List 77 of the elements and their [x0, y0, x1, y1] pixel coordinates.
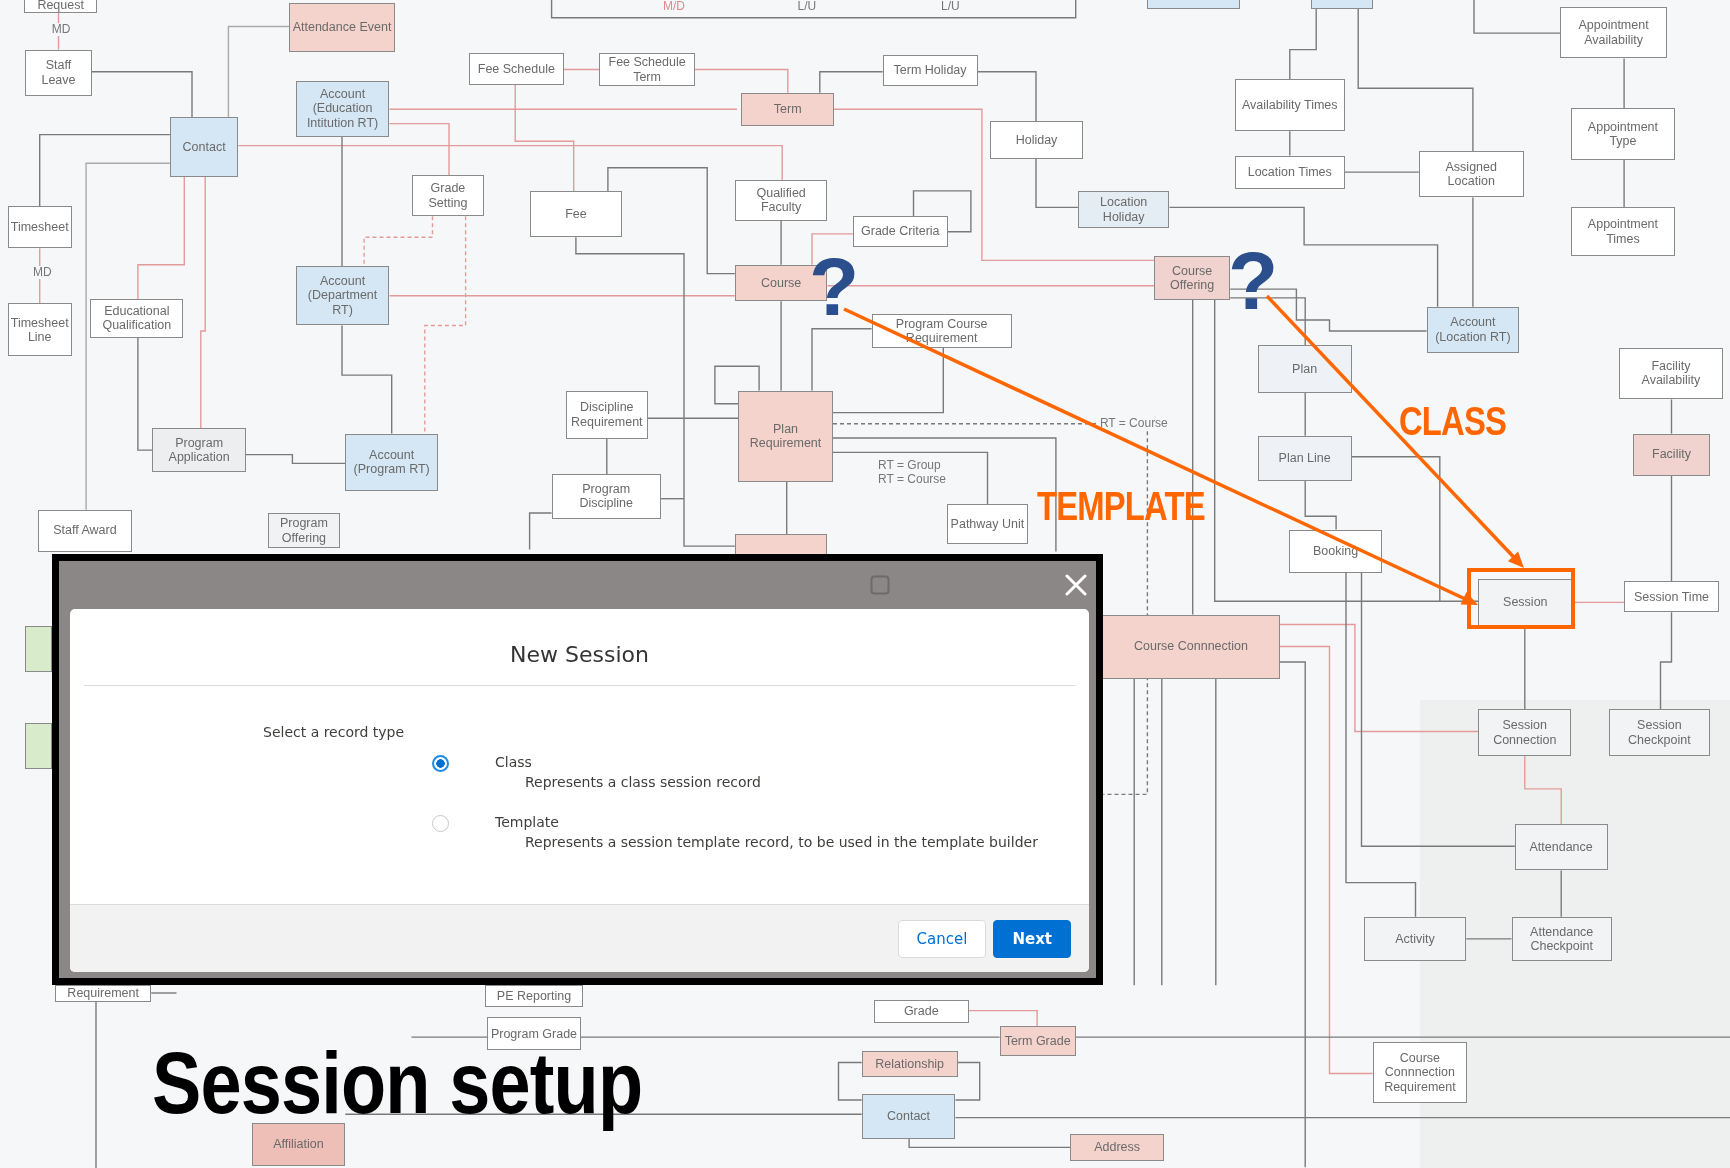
entity-box: Grade	[873, 999, 969, 1023]
entity-box: Account (Education Intitution RT)	[295, 80, 390, 137]
option-description: Represents a class session record	[524, 774, 761, 790]
entity-box: Course Offering	[1154, 255, 1231, 301]
entity-box: Facility Availability	[1618, 347, 1724, 400]
entity-box: Fee Schedule	[468, 52, 564, 85]
entity-box: Location Times	[1234, 155, 1345, 189]
entity-box: Session Connection	[1478, 709, 1572, 756]
entity-box: Plan Line	[1257, 435, 1352, 482]
entity-box: Affiliation	[251, 1123, 346, 1167]
arrow-label: TEMPLATE	[1037, 484, 1205, 529]
entity-box: Address	[1070, 1134, 1164, 1161]
entity-box: Program Course Requirement	[871, 314, 1012, 348]
entity-box: Educational Qualification	[90, 299, 184, 338]
option-label: Class	[495, 754, 533, 770]
entity-box: Location Holiday	[1077, 190, 1170, 229]
entity-box: Account (Program RT)	[345, 433, 438, 491]
entity-box: Session Checkpoint	[1608, 709, 1711, 756]
entity-box: Term	[741, 92, 835, 126]
entity-box: Program Offering	[268, 513, 340, 549]
entity-box: Request	[24, 0, 98, 14]
relationship-label: RT = Course	[1098, 417, 1169, 431]
entity-box: Fee Schedule Term	[599, 52, 696, 87]
entity-box: Account (Department RT)	[295, 265, 390, 326]
entity-box: Program Discipline	[551, 474, 661, 519]
entity-box: Appointment Availability	[1560, 6, 1668, 59]
relationship-label: RT = Group	[877, 458, 942, 473]
entity-box: Attendance Event	[289, 3, 395, 52]
entity-box: Staff Award	[37, 509, 133, 552]
entity-box: Fee	[529, 190, 623, 238]
entity-box: Appointment Type	[1571, 108, 1675, 160]
entity-box: Facility	[1632, 433, 1711, 476]
entity-box: Pathway Unit	[946, 504, 1029, 544]
entity-box: Grade Criteria	[852, 216, 948, 248]
entity-box: Timesheet	[7, 206, 72, 249]
entity-box: Session	[1478, 579, 1573, 626]
entity-box: Availability Times	[1234, 79, 1345, 132]
entity-box: Account (Location RT)	[1426, 306, 1520, 354]
entity-box: Course Connnection	[1102, 614, 1280, 679]
entity-box: Attendance Checkpoint	[1511, 916, 1612, 961]
relationship-label: MD	[32, 265, 53, 280]
entity-box: Assigned Location	[1418, 151, 1524, 198]
entity-box: Holiday	[989, 121, 1084, 159]
entity-box: Discipline Requirement	[566, 390, 648, 440]
entity-box: Relationship	[861, 1051, 958, 1077]
option-label: Template	[495, 814, 560, 830]
entity-box: Staff Leave	[25, 49, 92, 96]
entity-box: Appointment Times	[1571, 207, 1675, 256]
close-icon[interactable]	[1065, 574, 1087, 596]
question-mark: ?	[1228, 240, 1279, 322]
entity-box: Timesheet Line	[7, 303, 72, 357]
entity-box: Requirement	[55, 985, 152, 1002]
radio-button[interactable]	[432, 815, 449, 832]
entity-box: Session Time	[1624, 581, 1719, 613]
entity-box: Plan	[1257, 345, 1352, 393]
option-description: Represents a session template record, to be used in the template builder	[524, 834, 1038, 850]
entity-box: Program Application	[152, 428, 246, 473]
entity-box: Grade Setting	[411, 175, 485, 217]
entity-box: Program Grade	[486, 1017, 582, 1051]
modal-title: New Session	[509, 641, 650, 669]
arrow-label: CLASS	[1399, 399, 1507, 444]
entity-box: Plan Requirement	[738, 390, 833, 483]
entity-box: Qualified Faculty	[734, 179, 828, 221]
entity-box: PE Reporting	[485, 985, 583, 1008]
entity-box: Contact	[169, 116, 239, 177]
entity-box: Term Holiday	[882, 55, 978, 87]
field-label: Select a record type	[263, 724, 406, 742]
entity-box: Course Connnection Requirement	[1372, 1041, 1468, 1104]
relationship-label: MD	[50, 23, 72, 37]
radio-button[interactable]	[432, 755, 449, 772]
next-button[interactable]: Next	[993, 919, 1071, 958]
entity-box: Attendance	[1514, 824, 1608, 871]
entity-box: Contact	[861, 1094, 956, 1139]
entity-box: Booking	[1288, 529, 1383, 573]
entity-box: Term Grade	[999, 1026, 1076, 1056]
cancel-button[interactable]: Cancel	[897, 919, 987, 958]
entity-box: Activity	[1363, 916, 1467, 961]
